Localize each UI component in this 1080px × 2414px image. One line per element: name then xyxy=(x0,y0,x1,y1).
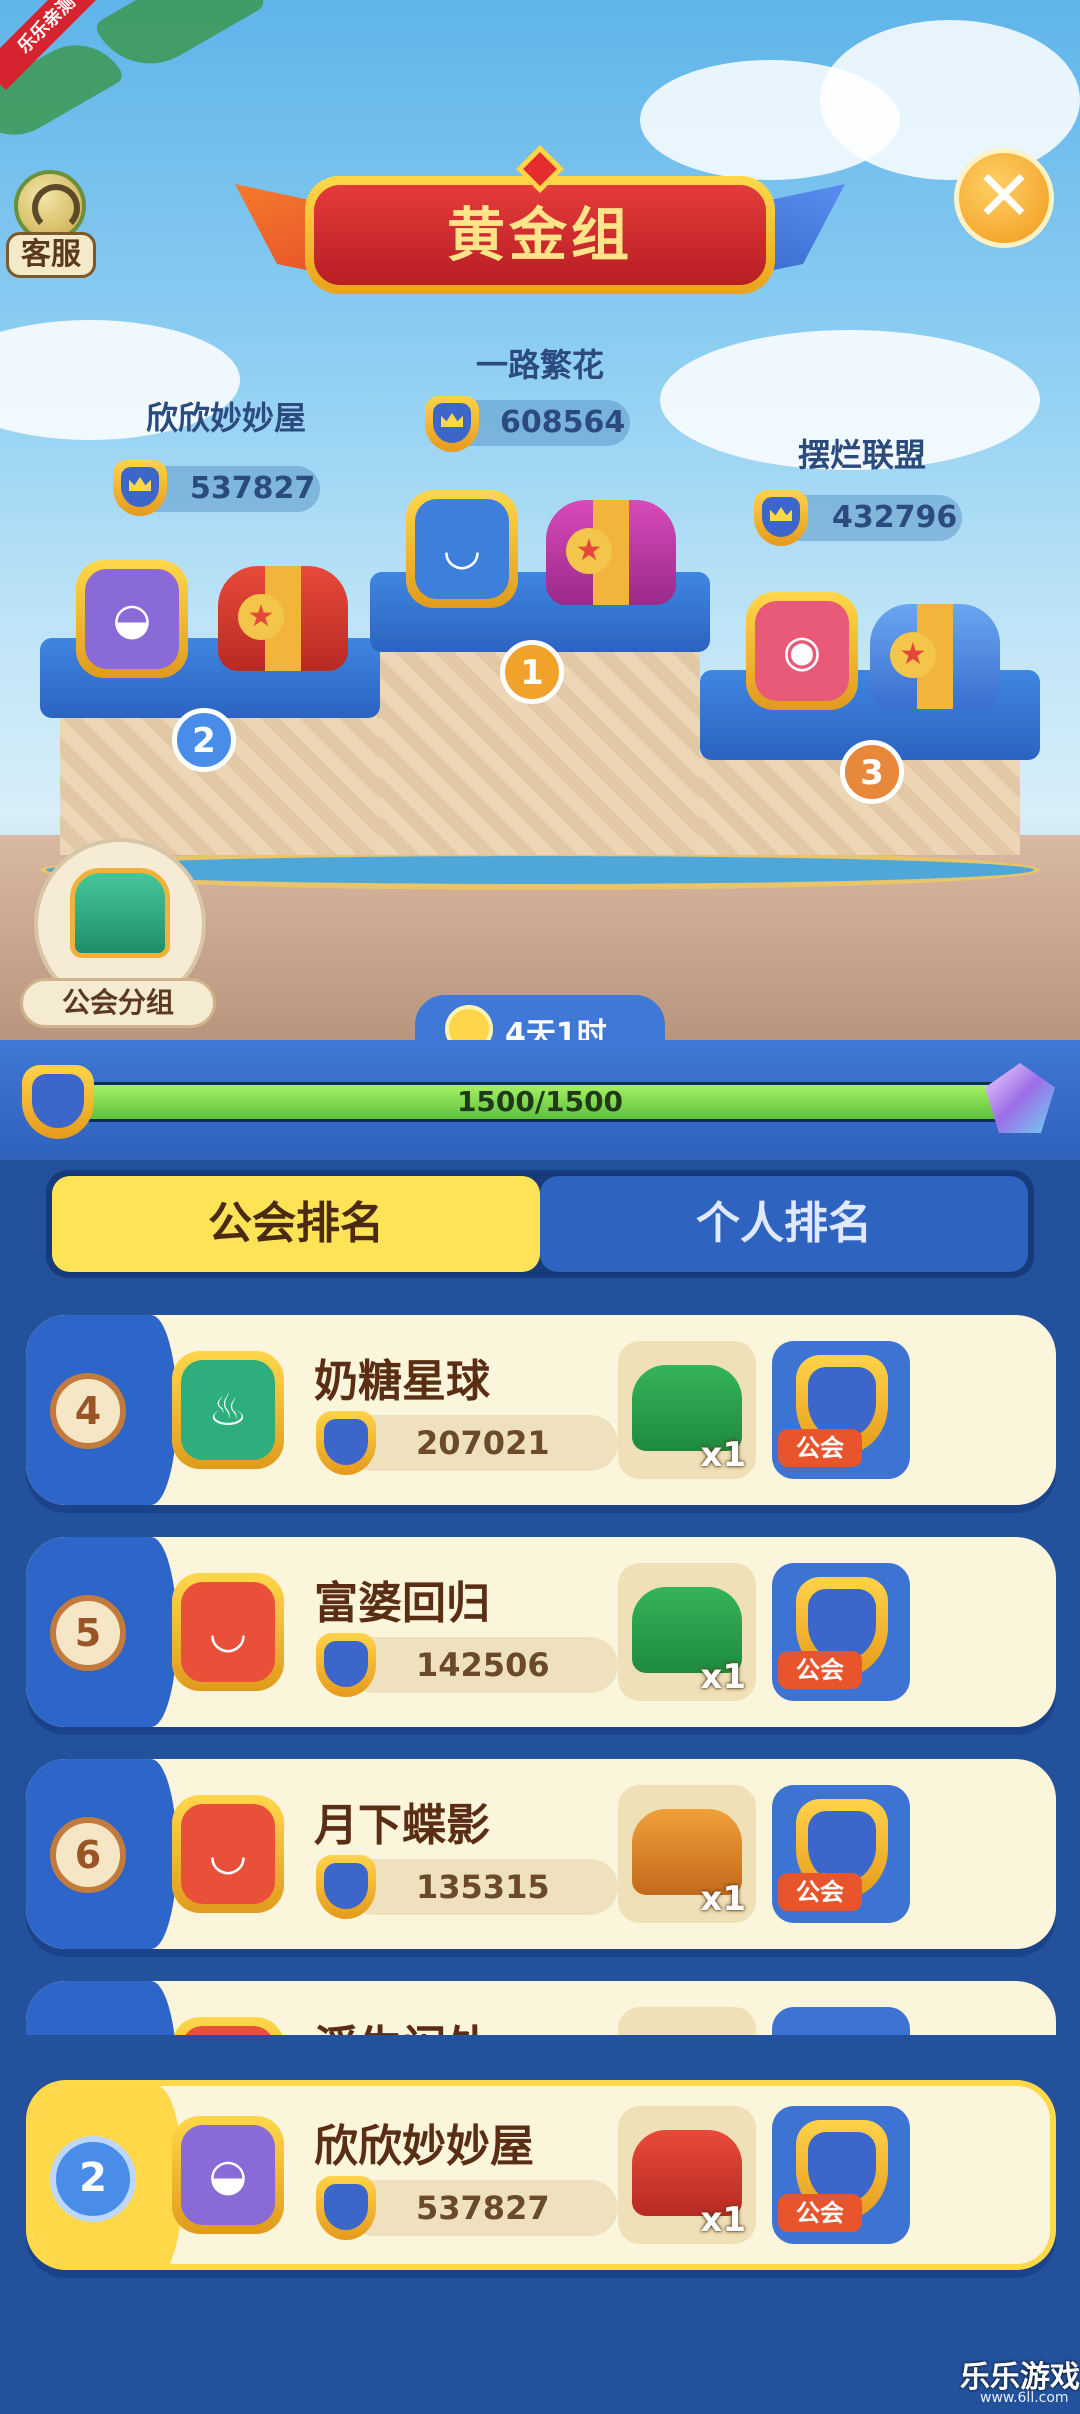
guild-name: 奶糖星球 xyxy=(314,1356,490,1407)
reward-chest[interactable] xyxy=(618,2007,756,2035)
podium-3-guild-badge[interactable]: ◉ xyxy=(746,592,858,710)
guild-shield-icon xyxy=(113,460,167,516)
bottom-area xyxy=(0,2290,1080,2414)
rank-strip xyxy=(26,1981,177,2035)
guild-shield-icon xyxy=(22,1065,94,1139)
guild-name: 富婆回归 xyxy=(314,1578,490,1629)
guild-reward[interactable]: 公会 xyxy=(772,1785,910,1923)
guild-tag: 公会 xyxy=(778,2194,862,2232)
podium-3-name: 摆烂联盟 xyxy=(797,436,926,474)
guild-badge: ◡ xyxy=(172,1795,284,1913)
guild-score: 207021 xyxy=(346,1415,618,1471)
guild-shield-icon xyxy=(316,2176,376,2240)
guild-group-button[interactable]: 公会分组 xyxy=(20,838,220,1038)
customer-service-label: 客服 xyxy=(6,232,96,278)
guild-badge xyxy=(172,2017,284,2035)
reward-chest[interactable]: x1 xyxy=(618,1785,756,1923)
teapot-icon: ♨ xyxy=(181,1360,275,1460)
guild-badge: ◡ xyxy=(172,1573,284,1691)
dumpling-icon: ◒ xyxy=(85,569,179,669)
title-plate: 黄金组 xyxy=(305,176,775,294)
reward-chest[interactable]: x1 xyxy=(618,1563,756,1701)
ranking-tabs: 公会排名 个人排名 xyxy=(46,1170,1034,1278)
guild-shield-icon xyxy=(425,396,479,452)
guild-name: 欣欣妙妙屋 xyxy=(314,2121,534,2172)
dumpling-icon: ◒ xyxy=(181,2125,275,2225)
ranking-list[interactable]: 4 ♨ 奶糖星球 207021 x1 公会 5 ◡ 富婆回归 142506 x1… xyxy=(0,1295,1080,2035)
customer-service-button[interactable]: 客服 xyxy=(6,170,96,290)
noodle-bowl-icon: ◡ xyxy=(181,1582,275,1682)
my-rank-medal: 2 xyxy=(50,2136,136,2222)
rank-number: 6 xyxy=(50,1817,126,1893)
guild-shield-icon xyxy=(316,1855,376,1919)
guild-shield-icon xyxy=(754,490,808,546)
reward-quantity: x1 xyxy=(700,2200,746,2240)
group-title: 黄金组 xyxy=(314,185,766,285)
reward-quantity: x1 xyxy=(700,1657,746,1697)
guild-tag: 公会 xyxy=(778,1873,862,1911)
guild-name: 月下蝶影 xyxy=(314,1800,490,1851)
tab-guild-ranking[interactable]: 公会排名 xyxy=(52,1176,540,1272)
group-title-banner: 黄金组 xyxy=(235,144,845,305)
podium-3-chest-icon xyxy=(870,604,1000,709)
chest-icon xyxy=(70,868,170,958)
podium-1-chest-icon xyxy=(546,500,676,605)
podium-2-chest-icon xyxy=(218,566,348,671)
guild-name: 浮生闲处 xyxy=(314,2011,490,2035)
bowl-icon: ◡ xyxy=(415,499,509,599)
rank-number: 5 xyxy=(50,1595,126,1671)
ranking-row[interactable]: 浮生闲处 xyxy=(26,1981,1056,2035)
rank-3-medal: 3 xyxy=(840,740,904,804)
guild-badge: ♨ xyxy=(172,1351,284,1469)
guild-reward[interactable]: 公会 xyxy=(772,1341,910,1479)
reward-quantity: x1 xyxy=(700,1879,746,1919)
podium-1-guild-badge[interactable]: ◡ xyxy=(406,490,518,608)
guild-score: 537827 xyxy=(346,2180,618,2236)
guild-reward[interactable]: 公会 xyxy=(772,1563,910,1701)
close-button[interactable]: ✕ xyxy=(954,148,1054,248)
bun-icon: ◉ xyxy=(755,601,849,701)
watermark-url: www.6ll.com xyxy=(980,2390,1069,2406)
reward-chest[interactable]: x1 xyxy=(618,1341,756,1479)
guild-group-label: 公会分组 xyxy=(20,978,216,1028)
cloud xyxy=(820,20,1080,180)
ranking-row[interactable]: 4 ♨ 奶糖星球 207021 x1 公会 xyxy=(26,1315,1056,1505)
guild-shield-icon xyxy=(316,1633,376,1697)
ranking-row[interactable]: 6 ◡ 月下蝶影 135315 x1 公会 xyxy=(26,1759,1056,1949)
guild-score: 135315 xyxy=(346,1859,618,1915)
podium-1-name: 一路繁花 xyxy=(475,346,604,384)
ranking-row[interactable]: 5 ◡ 富婆回归 142506 x1 公会 xyxy=(26,1537,1056,1727)
noodle-bowl-icon: ◡ xyxy=(181,1804,275,1904)
my-guild-row[interactable]: 2 ◒ 欣欣妙妙屋 537827 x1 公会 xyxy=(26,2080,1056,2270)
rank-1-medal: 1 xyxy=(500,640,564,704)
guild-tag: 公会 xyxy=(778,1429,862,1467)
podium-2-guild-badge[interactable]: ◒ xyxy=(76,560,188,678)
tab-personal-ranking[interactable]: 个人排名 xyxy=(540,1176,1028,1272)
rank-2-medal: 2 xyxy=(172,708,236,772)
reward-quantity: x1 xyxy=(700,1435,746,1475)
guild-reward[interactable]: 公会 xyxy=(772,2106,910,2244)
guild-tag: 公会 xyxy=(778,1651,862,1689)
guild-score: 142506 xyxy=(346,1637,618,1693)
guild-reward[interactable] xyxy=(772,2007,910,2035)
guild-icon xyxy=(181,2026,275,2035)
guild-shield-icon xyxy=(316,1411,376,1475)
podium-2-name: 欣欣妙妙屋 xyxy=(145,399,306,437)
progress-text: 1500/1500 xyxy=(456,1085,624,1118)
reward-chest[interactable]: x1 xyxy=(618,2106,756,2244)
rank-number: 4 xyxy=(50,1373,126,1449)
guild-badge: ◒ xyxy=(172,2116,284,2234)
